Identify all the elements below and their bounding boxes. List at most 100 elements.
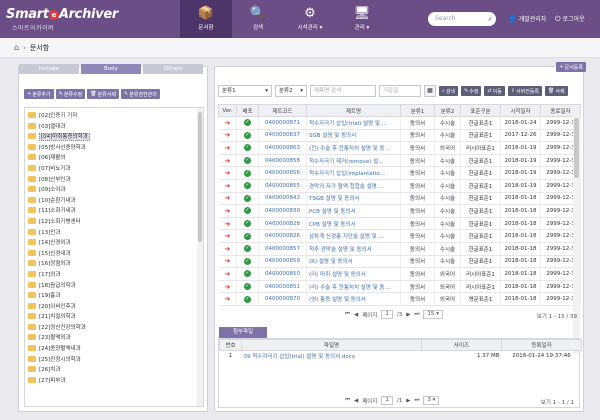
code-cell[interactable]: 0400000863 xyxy=(258,141,307,155)
column-header[interactable]: 분류2 xyxy=(434,104,461,117)
name-cell[interactable]: (러) 마취 설명 및 동의서 xyxy=(306,267,401,281)
first-page-icon[interactable]: ⏮ xyxy=(345,311,350,318)
name-cell[interactable]: (R) 설명 및 동의서 xyxy=(306,255,401,269)
column-header[interactable]: Ver. xyxy=(218,104,237,117)
tree-item[interactable]: [03]열대과 xyxy=(25,122,203,133)
tree-item[interactable]: [23]혈액외과 xyxy=(25,333,203,344)
next-page-icon[interactable]: ▶ xyxy=(406,398,410,404)
version-cell[interactable]: ➔ xyxy=(218,192,237,206)
code-cell[interactable]: 0400000857 xyxy=(258,242,307,256)
edit-button[interactable]: ✎ 수정 xyxy=(461,86,482,96)
scrollbar-thumb[interactable] xyxy=(198,112,202,242)
nav-document-box[interactable]: 📦 문서함 xyxy=(180,0,232,38)
version-cell[interactable]: ➔ xyxy=(218,166,237,180)
table-row[interactable]: ➔ ✓ 0400000830 PCB 설명 및 동의서 동의서 수시술 한글표준1 2018-… xyxy=(218,204,581,218)
tree-item[interactable]: [17]외과 xyxy=(25,270,203,281)
tree-item[interactable]: [13]안과 xyxy=(25,228,203,239)
tree-item[interactable]: [10]순환기내과 xyxy=(25,196,203,207)
name-cell[interactable]: 척추 경막술 설명 및 동의서 xyxy=(306,242,401,256)
column-header[interactable]: 분류1 xyxy=(400,104,435,117)
name-cell[interactable]: 척수자극기 제거(remove) 설… xyxy=(306,154,401,168)
server-register-button[interactable]: ⇪ 서버전등록 xyxy=(507,86,543,96)
table-row[interactable]: ➔ ✓ 0400000855 경막외 자가 혈액 첩합술 설명 … 동의서 수시술 한글표준… xyxy=(218,179,581,193)
arrow-right-icon[interactable]: ➔ xyxy=(224,245,230,253)
tree-item[interactable]: [19]흉과 xyxy=(25,291,203,302)
tree-item[interactable]: [21]치질의학과 xyxy=(25,312,203,323)
tree-item[interactable]: [20]이비인후과 xyxy=(25,302,203,313)
arrow-right-icon[interactable]: ➔ xyxy=(224,194,230,202)
name-cell[interactable]: 삼차계 신경총 지단술 설명 및 … xyxy=(306,229,401,243)
tab-body[interactable]: Body xyxy=(81,64,141,74)
date-input[interactable]: 기준일 xyxy=(379,85,421,97)
version-cell[interactable]: ➔ xyxy=(218,280,237,294)
arrow-right-icon[interactable]: ➔ xyxy=(224,207,230,215)
name-cell[interactable]: TSGB 설명 및 동의서 xyxy=(306,192,401,206)
code-cell[interactable]: 0400000870 xyxy=(258,292,307,306)
table-row[interactable]: ➔ ✓ 0400000826 삼차계 신경총 지단술 설명 및 … 동의서 수시술 한글표준… xyxy=(218,229,581,243)
name-cell[interactable]: (영) 통증 설명 및 동의서 xyxy=(306,292,401,306)
version-cell[interactable]: ➔ xyxy=(218,217,237,231)
tree-item[interactable]: [02]인증기 기자 xyxy=(25,111,203,122)
add-category-button[interactable]: + 분류추가 xyxy=(24,89,54,99)
header-search-input[interactable]: Search ⌕ xyxy=(428,12,496,26)
attachment-row[interactable]: 1 39 척수자극기 삽입(trial) 설명 및 동의서.docx 1.37 MB… xyxy=(220,351,582,362)
arrow-right-icon[interactable]: ➔ xyxy=(224,257,230,265)
tree-item[interactable]: [05]방사선종양학과 xyxy=(25,143,203,154)
tree-item[interactable]: [11]소화기내과 xyxy=(25,206,203,217)
tree-item[interactable]: [08]산부인과 xyxy=(25,175,203,186)
version-cell[interactable]: ➔ xyxy=(218,229,237,243)
code-cell[interactable]: 0400000837 xyxy=(258,129,307,143)
version-cell[interactable]: ➔ xyxy=(218,255,237,269)
table-row[interactable]: ➔ ✓ 0400000851 (러) 수술 후 전통처치 설명 및 동… 동의서 외국어 러… xyxy=(218,280,581,294)
name-cell[interactable]: PCB 설명 및 동의서 xyxy=(306,204,401,218)
app-logo[interactable]: Smart e Archiver 스마트이카이버 xyxy=(6,7,118,32)
arrow-right-icon[interactable]: ➔ xyxy=(224,119,230,127)
column-header[interactable]: 시작일자 xyxy=(500,104,541,117)
arrow-right-icon[interactable]: ➔ xyxy=(224,144,230,152)
tree-item[interactable]: [25]진정시의학과 xyxy=(25,355,203,366)
search-button[interactable]: ⌕ 검색 xyxy=(439,86,459,96)
tab-include[interactable]: Include xyxy=(19,64,79,74)
arrow-right-icon[interactable]: ➔ xyxy=(224,270,230,278)
move-button[interactable]: ⇄ 이동 xyxy=(484,86,505,96)
name-cell[interactable]: 척수자극기 삽입(trial) 설명 및 … xyxy=(306,116,401,130)
nav-admin[interactable]: 🖥 관리 ▾ xyxy=(336,0,388,38)
column-header[interactable]: 제트명 xyxy=(306,104,401,117)
version-cell[interactable]: ➔ xyxy=(218,179,237,193)
name-cell[interactable]: CPB 설명 및 동의서 xyxy=(306,217,401,231)
tree-scrollbar[interactable] xyxy=(197,108,203,406)
category2-select[interactable]: 분류2 ▾ xyxy=(275,85,307,97)
version-cell[interactable]: ➔ xyxy=(218,141,237,155)
tree-item[interactable]: [22]정신건강의학과 xyxy=(25,323,203,334)
table-row[interactable]: ➔ ✓ 0400000856 척수자극기 삽입(implantatio… 동의서 수시술 한… xyxy=(218,166,581,180)
tree-item[interactable]: [04]마취통증의학과 xyxy=(25,132,203,143)
scrollbar-thumb[interactable] xyxy=(574,118,579,178)
delete-button[interactable]: 🗑 삭제 xyxy=(545,86,568,96)
tab-attachments[interactable]: 첨부파일 xyxy=(219,327,267,338)
tree-item[interactable]: [12]소화기병센터 xyxy=(25,217,203,228)
edit-category-button[interactable]: ✎ 분류수정 xyxy=(55,89,86,99)
tree-item[interactable]: [27]피부과 xyxy=(25,376,203,387)
arrow-right-icon[interactable]: ➔ xyxy=(224,169,230,177)
column-header[interactable]: 등록일자 xyxy=(501,339,582,351)
code-cell[interactable]: 0400000855 xyxy=(258,179,307,193)
version-cell[interactable]: ➔ xyxy=(218,292,237,306)
table-row[interactable]: ➔ ✓ 0400000870 (영) 통증 설명 및 동의서 동의서 외국어 영문표준1 20… xyxy=(218,292,581,306)
code-cell[interactable]: 0400000871 xyxy=(258,116,307,130)
tab-others[interactable]: Others xyxy=(143,64,203,74)
arrow-right-icon[interactable]: ➔ xyxy=(224,182,230,190)
column-header[interactable]: 제트코드 xyxy=(258,104,307,117)
table-row[interactable]: ➔ ✓ 0400000842 TSGB 설명 및 동의서 동의서 수시술 한글표준1 2018… xyxy=(218,192,581,206)
table-row[interactable]: ➔ ✓ 0400000871 척수자극기 삽입(trial) 설명 및 … 동의서 수시술… xyxy=(218,116,581,130)
table-row[interactable]: ➔ ✓ 0400000850 (러) 마취 설명 및 동의서 동의서 외국어 러시아표준1 2… xyxy=(218,267,581,281)
arrow-right-icon[interactable]: ➔ xyxy=(224,157,230,165)
tree-item[interactable]: [24]종양혈액내과 xyxy=(25,344,203,355)
search-icon[interactable]: ⌕ xyxy=(488,12,492,26)
delete-category-button[interactable]: 🗑 분류삭제 xyxy=(87,89,119,99)
table-row[interactable]: ➔ ✓ 0400000828 CPB 설명 및 동의서 동의서 수시술 한글표준1 2018-… xyxy=(218,217,581,231)
logout-link[interactable]: ⏻ 로그아웃 xyxy=(555,14,585,24)
register-document-button[interactable]: + 문서등록 xyxy=(556,62,586,72)
code-cell[interactable]: 0400000830 xyxy=(258,204,307,218)
last-page-icon[interactable]: ⏭ xyxy=(414,311,419,318)
page-size-select[interactable]: 3 ▾ xyxy=(423,396,440,405)
